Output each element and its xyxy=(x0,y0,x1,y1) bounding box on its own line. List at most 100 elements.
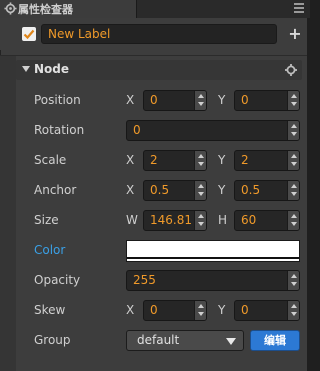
arrow-down-icon[interactable] xyxy=(291,282,297,286)
rotation-label: Rotation xyxy=(34,123,85,137)
position-y-value: 0 xyxy=(241,93,249,107)
position-label: Position xyxy=(34,93,81,107)
alpha-bar xyxy=(127,257,299,259)
arrow-up-icon[interactable] xyxy=(198,184,204,188)
arrow-up-icon[interactable] xyxy=(198,214,204,218)
scale-y-input[interactable]: 2 xyxy=(234,150,300,171)
arrow-down-icon[interactable] xyxy=(198,192,204,196)
anchor-x-input[interactable]: 0.5 xyxy=(143,180,207,201)
spinner[interactable] xyxy=(287,181,299,200)
anchor-label: Anchor xyxy=(34,183,77,197)
arrow-up-icon[interactable] xyxy=(291,304,297,308)
arrow-up-icon[interactable] xyxy=(291,94,297,98)
arrow-up-icon[interactable] xyxy=(291,124,297,128)
scale-x-value: 2 xyxy=(150,153,158,167)
arrow-up-icon[interactable] xyxy=(198,94,204,98)
anchor-x-label: X xyxy=(126,183,135,197)
tab-title: 属性检查器 xyxy=(18,3,73,16)
anchor-y-label: Y xyxy=(218,183,226,197)
spinner[interactable] xyxy=(287,151,299,170)
spinner[interactable] xyxy=(287,211,299,230)
arrow-up-icon[interactable] xyxy=(291,154,297,158)
skew-x-input[interactable]: 0 xyxy=(143,300,207,321)
hamburger-menu-icon[interactable] xyxy=(294,3,304,13)
spinner[interactable] xyxy=(194,91,206,110)
arrow-down-icon[interactable] xyxy=(291,222,297,226)
size-h-label: H xyxy=(218,213,228,227)
skew-y-label: Y xyxy=(218,303,226,317)
scale-x-input[interactable]: 2 xyxy=(143,150,207,171)
node-active-checkbox[interactable] xyxy=(22,27,36,41)
rotation-input[interactable]: 0 xyxy=(126,120,300,141)
tab-inspector[interactable]: 属性检查器 xyxy=(0,0,137,18)
spinner[interactable] xyxy=(194,301,206,320)
skew-x-value: 0 xyxy=(150,303,158,317)
group-label: Group xyxy=(34,333,71,347)
color-picker[interactable] xyxy=(126,240,300,262)
arrow-down-icon[interactable] xyxy=(291,102,297,106)
divider xyxy=(0,55,307,56)
arrow-down-icon[interactable] xyxy=(291,132,297,136)
opacity-label: Opacity xyxy=(34,273,81,287)
plus-icon: + xyxy=(288,24,302,43)
spinner[interactable] xyxy=(287,121,299,140)
arrow-down-icon[interactable] xyxy=(198,162,204,166)
group-select[interactable]: default xyxy=(126,330,244,351)
position-y-input[interactable]: 0 xyxy=(234,90,300,111)
anchor-x-value: 0.5 xyxy=(150,183,170,197)
anchor-y-input[interactable]: 0.5 xyxy=(234,180,300,201)
arrow-down-icon[interactable] xyxy=(291,312,297,316)
arrow-down-icon[interactable] xyxy=(198,102,204,106)
size-h-input[interactable]: 60 xyxy=(234,210,300,231)
node-section-header[interactable]: Node xyxy=(16,60,302,80)
caret-down-icon xyxy=(226,338,236,345)
size-w-input[interactable]: 146.81 xyxy=(143,210,207,231)
spinner[interactable] xyxy=(287,271,299,290)
anchor-y-value: 0.5 xyxy=(241,183,261,197)
arrow-down-icon[interactable] xyxy=(198,222,204,226)
position-x-input[interactable]: 0 xyxy=(143,90,207,111)
spinner[interactable] xyxy=(287,91,299,110)
scale-label: Scale xyxy=(34,153,67,167)
position-x-label: X xyxy=(126,93,135,107)
spinner[interactable] xyxy=(287,301,299,320)
section-title: Node xyxy=(34,62,70,76)
gear-icon xyxy=(4,2,17,15)
size-w-label: W xyxy=(126,213,138,227)
skew-label: Skew xyxy=(34,303,66,317)
opacity-value: 255 xyxy=(133,273,156,287)
scale-y-label: Y xyxy=(218,153,226,167)
color-label: Color xyxy=(34,243,66,257)
skew-x-label: X xyxy=(126,303,135,317)
gear-icon[interactable] xyxy=(284,63,298,77)
indent-gutter xyxy=(0,56,16,371)
size-h-value: 60 xyxy=(241,213,257,227)
group-edit-button[interactable]: 编辑 xyxy=(250,330,300,351)
arrow-up-icon[interactable] xyxy=(198,154,204,158)
position-x-value: 0 xyxy=(150,93,158,107)
checkmark-icon xyxy=(23,29,35,40)
skew-y-value: 0 xyxy=(241,303,249,317)
position-y-label: Y xyxy=(218,93,226,107)
arrow-down-icon[interactable] xyxy=(198,312,204,316)
arrow-down-icon[interactable] xyxy=(291,192,297,196)
node-name-input[interactable]: New Label xyxy=(41,24,277,44)
arrow-up-icon[interactable] xyxy=(291,184,297,188)
opacity-input[interactable]: 255 xyxy=(126,270,300,291)
arrow-up-icon[interactable] xyxy=(291,274,297,278)
scale-y-value: 2 xyxy=(241,153,249,167)
size-w-value: 146.81 xyxy=(150,213,192,227)
skew-y-input[interactable]: 0 xyxy=(234,300,300,321)
scale-x-label: X xyxy=(126,153,135,167)
arrow-down-icon[interactable] xyxy=(291,162,297,166)
triangle-down-icon[interactable] xyxy=(22,66,30,72)
rotation-value: 0 xyxy=(133,123,141,137)
arrow-up-icon[interactable] xyxy=(198,304,204,308)
spinner[interactable] xyxy=(194,151,206,170)
arrow-up-icon[interactable] xyxy=(291,214,297,218)
spinner[interactable] xyxy=(194,181,206,200)
add-component-button[interactable]: + xyxy=(288,24,302,44)
size-label: Size xyxy=(34,213,59,227)
spinner[interactable] xyxy=(194,211,206,230)
group-selected-value: default xyxy=(137,333,180,347)
